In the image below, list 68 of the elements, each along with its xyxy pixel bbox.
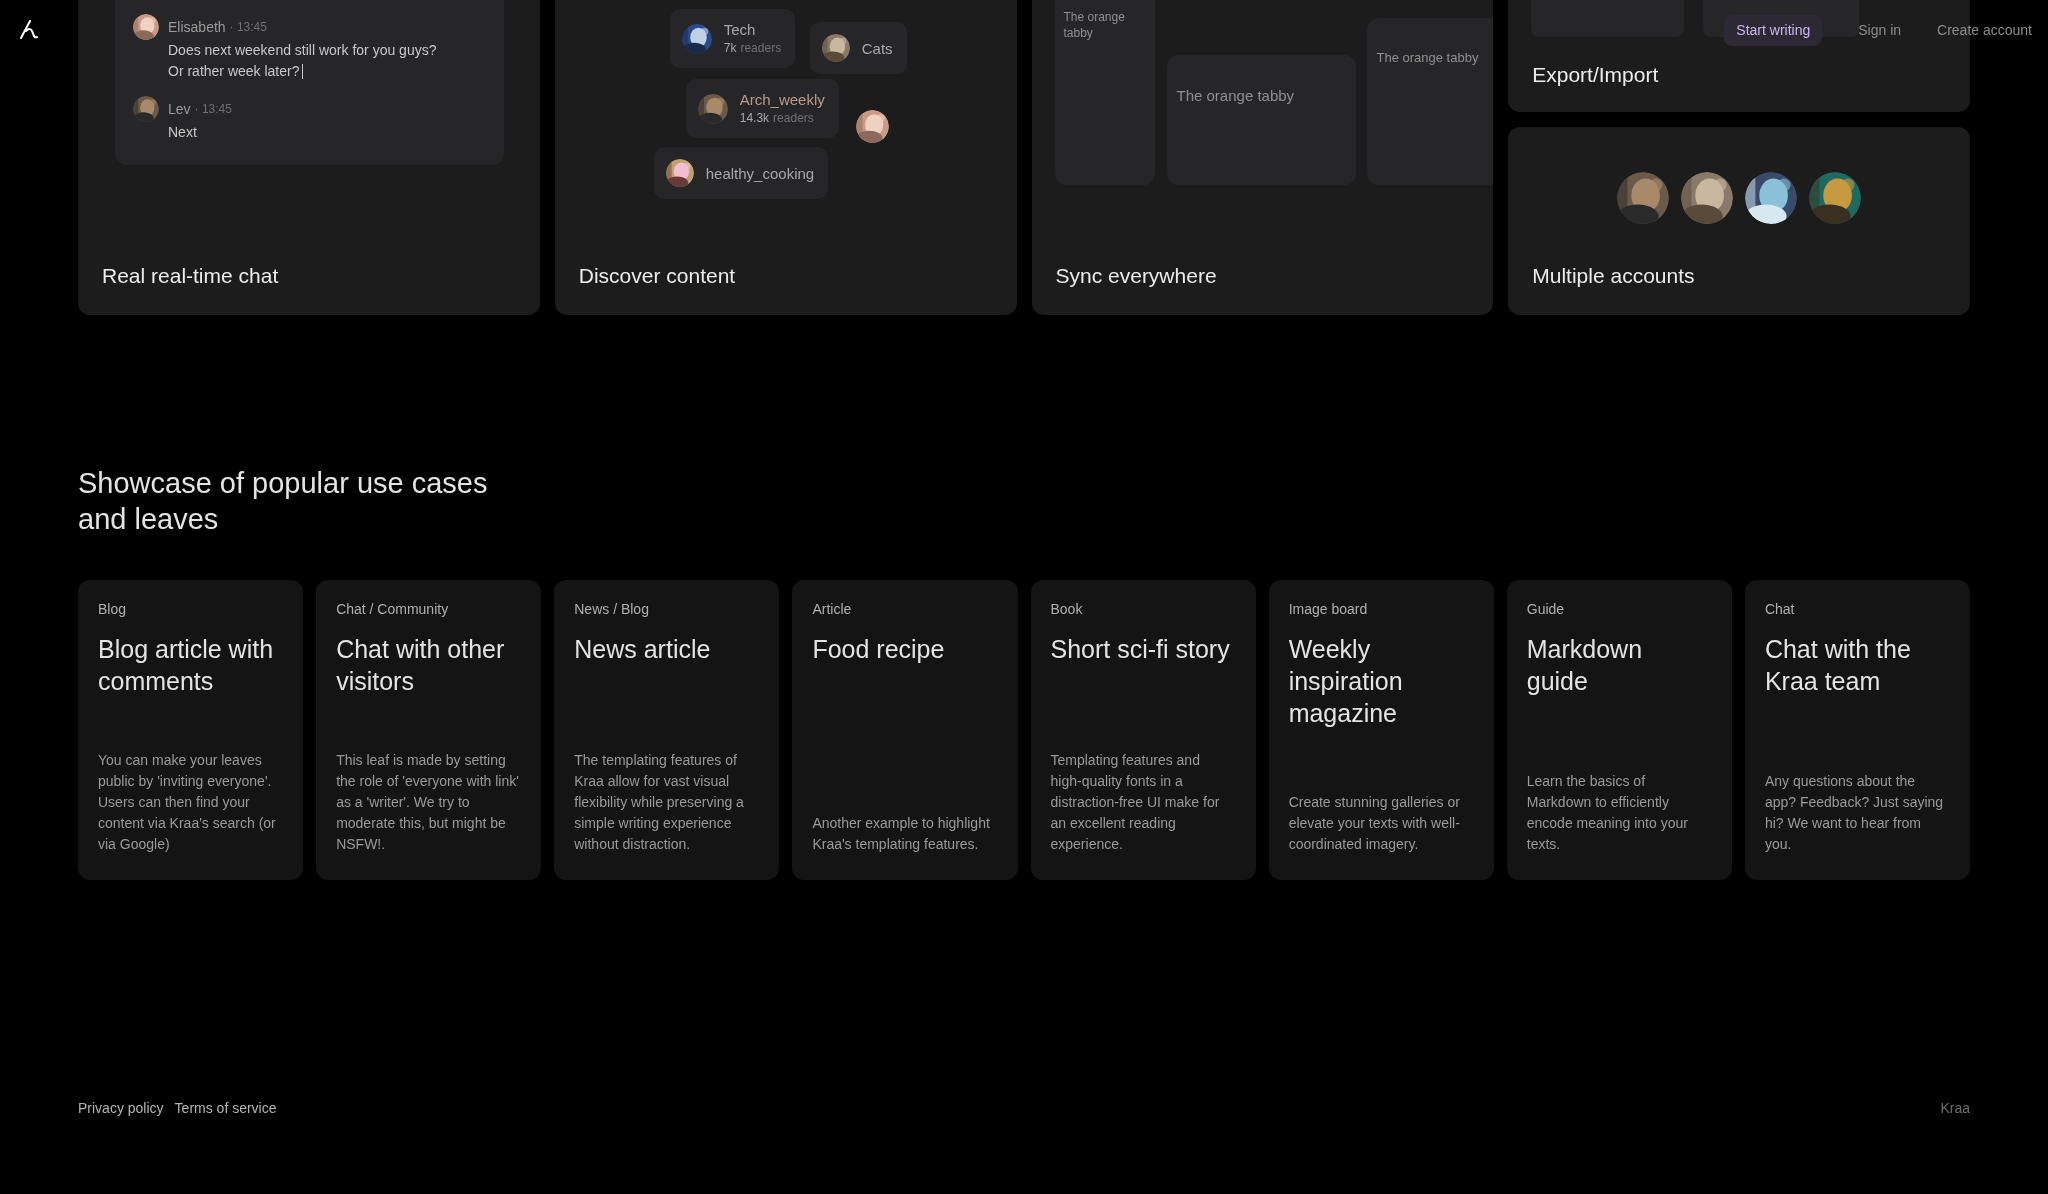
channel-chip[interactable]: healthy_cooking bbox=[653, 147, 829, 199]
reader-count: 14.3k bbox=[739, 110, 770, 127]
channel-name: healthy_cooking bbox=[705, 163, 815, 183]
create-account-link[interactable]: Create account bbox=[1937, 20, 2032, 41]
channel-name: Tech bbox=[723, 20, 757, 39]
use-case-card[interactable]: Chat Chat with the Kraa team Any questions about the app? Feedback? Just saying hi? We want to hear from you. bbox=[1744, 580, 1970, 880]
reader-count: 7k bbox=[723, 40, 737, 57]
card-category: Chat / Community bbox=[336, 600, 450, 619]
card-category: News / Blog bbox=[574, 600, 650, 619]
use-case-card[interactable]: Blog Blog article with comments You can make your leaves public by 'inviting everyone'. Users can then find your content via Kraa's search (or via Google) bbox=[78, 580, 304, 880]
use-case-card[interactable]: News / Blog News article The templating features of Kraa allow for vast visual flexibility while preserving a simple writing experience without distraction. bbox=[554, 580, 780, 880]
card-title: Real real-time chat bbox=[102, 262, 279, 289]
card-category: Book bbox=[1050, 600, 1084, 619]
channel-name: Arch_weekly bbox=[739, 90, 825, 109]
card-category: Chat bbox=[1764, 600, 1796, 619]
note-card: The orange tabby bbox=[1054, 0, 1155, 185]
author-name: Lev bbox=[168, 99, 191, 119]
card-title: Food recipe bbox=[812, 634, 946, 665]
card-title: Discover content bbox=[578, 262, 736, 289]
use-case-card[interactable]: Guide Markdown guide Learn the basics of Markdown to efficiently encode meaning into your texts. bbox=[1506, 580, 1732, 880]
card-description: Another example to highlight Kraa's templating features. bbox=[812, 814, 991, 854]
channel-name: Cats bbox=[861, 38, 893, 58]
text-cursor bbox=[301, 64, 303, 79]
brand-name: Kraa bbox=[1940, 1099, 1970, 1118]
logo-icon[interactable] bbox=[20, 19, 38, 39]
note-card: The orange tabby bbox=[1366, 18, 1494, 185]
note-card: The orange tabby bbox=[1166, 55, 1356, 185]
card-title: Markdown guide bbox=[1526, 634, 1644, 697]
card-title: Export/Import bbox=[1532, 61, 1659, 88]
card-description: This leaf is made by setting the role of 'everyone with link' as a 'writer'. We try to moderate this, but might be NSFW!. bbox=[336, 751, 520, 854]
readers-label: readers bbox=[773, 110, 814, 127]
footer-link[interactable]: Terms of service bbox=[174, 1098, 277, 1119]
message-time: · 13:45 bbox=[229, 19, 267, 36]
card-title: Weekly inspiration magazine bbox=[1288, 634, 1404, 729]
section-heading: Showcase of popular use cases and leaves bbox=[78, 466, 489, 537]
use-case-card[interactable]: Chat / Community Chat with other visitors This leaf is made by setting the role of 'everyone with link' as a 'writer'. We try to moderate this, but might be NSFW!. bbox=[316, 580, 542, 880]
card-title: Sync everywhere bbox=[1055, 262, 1217, 289]
card-category: Image board bbox=[1288, 600, 1369, 619]
card-title: Chat with the Kraa team bbox=[1764, 634, 1912, 697]
message-time: · 13:45 bbox=[194, 101, 232, 118]
card-description: Create stunning galleries or elevate your texts with well-coordinated imagery. bbox=[1288, 793, 1461, 854]
readers-label: readers bbox=[740, 40, 782, 57]
card-title: Blog article with comments bbox=[98, 634, 275, 697]
card-title: Multiple accounts bbox=[1532, 262, 1695, 289]
sign-in-link[interactable]: Sign in bbox=[1858, 20, 1902, 41]
channel-chip[interactable]: Tech 7k readers bbox=[669, 9, 796, 68]
use-case-card[interactable]: Image board Weekly inspiration magazine Create stunning galleries or elevate your texts with well-coordinated imagery. bbox=[1268, 580, 1494, 880]
message-text: Does next weekend still work for you guys? bbox=[168, 41, 437, 60]
card-category: Blog bbox=[98, 600, 128, 619]
author-name: Elisabeth bbox=[168, 17, 226, 37]
card-description: You can make your leaves public by 'inviting everyone'. Users can then find your content via Kraa's search (or via Google) bbox=[98, 751, 277, 854]
card-description: Templating features and high-quality fonts in a distraction-free UI make for an excellent reading experience. bbox=[1050, 751, 1221, 854]
message-text: Next bbox=[168, 123, 197, 142]
channel-chip[interactable]: Arch_weekly 14.3k readers bbox=[685, 79, 839, 138]
use-case-card[interactable]: Article Food recipe Another example to highlight Kraa's templating features. bbox=[792, 580, 1018, 880]
card-title: Chat with other visitors bbox=[336, 634, 506, 697]
card-description: Any questions about the app? Feedback? Just saying hi? We want to hear from you. bbox=[1764, 772, 1945, 854]
card-description: The templating features of Kraa allow for vast visual flexibility while preserving a simple writing experience without distraction. bbox=[574, 751, 745, 854]
start-writing-button[interactable]: Start writing bbox=[1724, 15, 1823, 46]
footer-link[interactable]: Privacy policy bbox=[78, 1098, 164, 1119]
card-title: News article bbox=[574, 634, 712, 665]
card-category: Article bbox=[812, 600, 853, 619]
use-case-card[interactable]: Book Short sci-fi story Templating features and high-quality fonts in a distraction-free UI make for an excellent reading experience. bbox=[1030, 580, 1256, 880]
message-text: Or rather week later? bbox=[168, 62, 300, 81]
card-category: Guide bbox=[1526, 600, 1566, 619]
channel-chip[interactable]: Cats bbox=[809, 22, 907, 74]
card-title: Short sci-fi story bbox=[1050, 634, 1231, 665]
card-description: Learn the basics of Markdown to efficiently encode meaning into your texts. bbox=[1526, 772, 1689, 854]
